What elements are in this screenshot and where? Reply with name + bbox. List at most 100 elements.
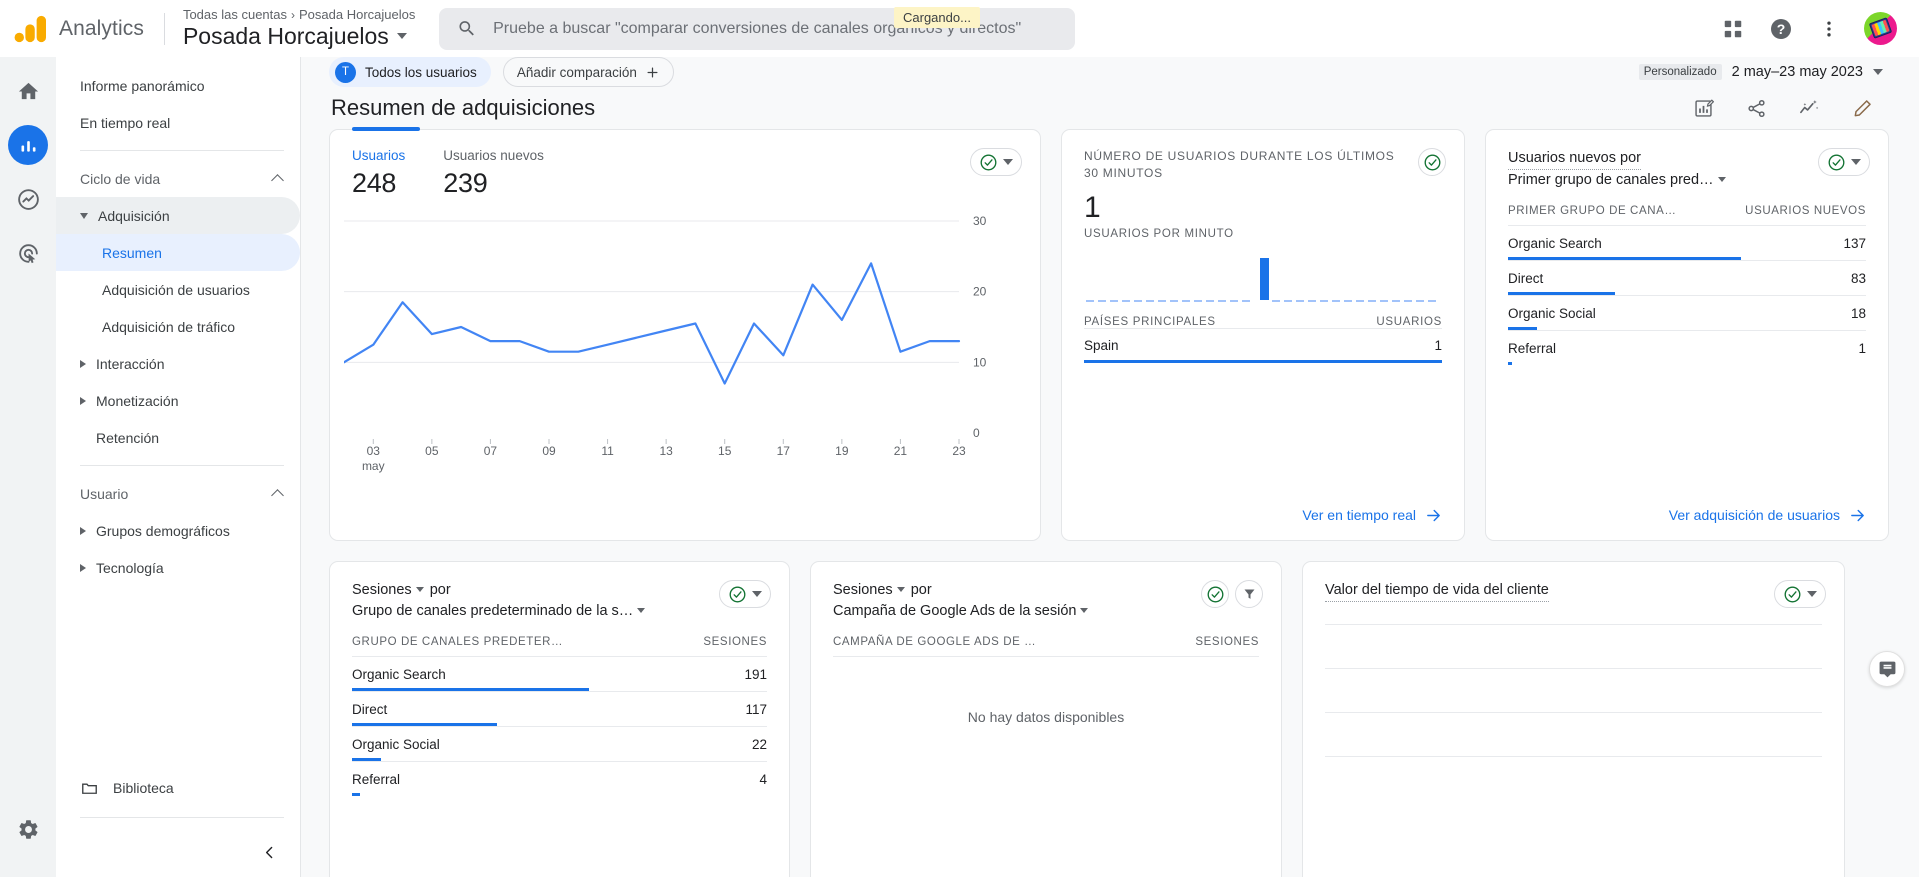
folder-icon (82, 782, 97, 794)
rail-item-settings[interactable] (8, 809, 48, 849)
help-icon[interactable]: ? (1768, 16, 1794, 42)
nav-item-resumen[interactable]: Resumen (56, 234, 300, 271)
card-title-metric[interactable]: Sesiones (833, 582, 893, 598)
nav-section-ciclo-de-vida[interactable]: Ciclo de vida (56, 160, 300, 197)
nav-item-label: Interacción (96, 355, 165, 372)
card-title-metric[interactable]: Usuarios nuevos por (1508, 148, 1641, 171)
list-item-value: 1 (1858, 341, 1866, 357)
list-item[interactable]: Organic Social 22 (352, 726, 767, 762)
card-title-dimension[interactable]: Grupo de canales predeterminado de la s… (352, 603, 633, 619)
add-comparison-button[interactable]: Añadir comparación (502, 57, 674, 87)
arrow-right-icon (1427, 509, 1440, 521)
nav-item-grupos-demograficos[interactable]: Grupos demográficos (56, 512, 300, 549)
pencil-icon[interactable] (1849, 95, 1875, 121)
svg-text:0: 0 (973, 426, 980, 440)
list-header: CAMPAÑA DE GOOGLE ADS DE … SESIONES (833, 636, 1259, 656)
list-item[interactable]: Direct 83 (1508, 260, 1866, 296)
filter-button[interactable] (1235, 580, 1263, 608)
triangle-right-icon (80, 396, 86, 405)
rail-item-explore[interactable] (8, 179, 48, 219)
feedback-button[interactable] (1869, 651, 1905, 687)
breadcrumb: Todas las cuentas › Posada Horcajuelos (183, 8, 415, 22)
nav-item-informe-panoramico[interactable]: Informe panorámico (56, 67, 300, 104)
view-user-acquisition-link[interactable]: Ver adquisición de usuarios (1669, 507, 1866, 524)
list-item-label: Organic Search (1508, 236, 1602, 252)
account-title[interactable]: Posada Horcajuelos (182, 22, 415, 49)
data-quality-button[interactable] (1418, 148, 1446, 176)
triangle-right-icon (80, 359, 86, 368)
cards-row-1: Usuarios 248 Usuarios nuevos 239 0 10 20… (329, 127, 1893, 541)
search-bar[interactable] (439, 7, 1076, 50)
avatar[interactable] (1864, 12, 1897, 45)
nav-item-biblioteca[interactable]: Biblioteca (56, 768, 300, 808)
list-item[interactable]: Organic Search 137 (1508, 225, 1866, 261)
nav-item-label: Grupos demográficos (96, 522, 230, 539)
nav-item-adquisicion[interactable]: Adquisición (56, 197, 300, 234)
insights-icon[interactable] (1796, 95, 1822, 121)
metric-usuarios-nuevos[interactable]: Usuarios nuevos 239 (443, 148, 544, 199)
nav-item-tecnologia[interactable]: Tecnología (56, 549, 300, 586)
more-vertical-icon[interactable] (1816, 16, 1842, 42)
edit-comparison-icon[interactable] (1690, 95, 1716, 121)
data-quality-pill[interactable] (1774, 580, 1826, 608)
metric-label: Usuarios nuevos (443, 148, 544, 163)
card-title-dimension[interactable]: Campaña de Google Ads de la sesión (833, 603, 1076, 619)
nav-item-label: Resumen (102, 244, 162, 261)
card-title-metric[interactable]: Sesiones (352, 582, 412, 598)
data-quality-pill[interactable] (1818, 148, 1870, 176)
data-quality-button[interactable] (1201, 580, 1229, 608)
content-area: T Todos los usuarios Añadir comparación … (301, 57, 1919, 877)
cards-grid: Usuarios 248 Usuarios nuevos 239 0 10 20… (301, 121, 1919, 877)
rail-item-advertising[interactable] (8, 233, 48, 273)
data-quality-pill[interactable] (719, 580, 771, 608)
view-realtime-link[interactable]: Ver en tiempo real (1302, 507, 1442, 524)
caret-down-icon[interactable] (1717, 176, 1726, 182)
rail-item-home[interactable] (8, 71, 48, 111)
card-title-by: por (910, 582, 932, 598)
nav-section-usuario[interactable]: Usuario (56, 475, 300, 512)
card-title-by: por (429, 582, 451, 598)
caret-down-icon[interactable] (1080, 607, 1089, 613)
account-title-label: Posada Horcajuelos (182, 22, 389, 49)
apps-grid-icon[interactable] (1720, 16, 1746, 42)
nav-collapse-button[interactable] (56, 827, 300, 877)
nav-item-en-tiempo-real[interactable]: En tiempo real (56, 104, 300, 141)
nav-item-label: En tiempo real (80, 114, 171, 131)
caret-down-icon[interactable] (415, 586, 424, 592)
nav-item-retencion[interactable]: Retención (56, 419, 300, 456)
account-switcher[interactable]: Todas las cuentas › Posada Horcajuelos Pos… (183, 8, 415, 49)
list-item[interactable]: Referral 4 (352, 761, 767, 797)
share-icon[interactable] (1743, 95, 1769, 121)
caret-down-icon[interactable] (896, 586, 905, 592)
comparison-chip-all-users[interactable]: T Todos los usuarios (329, 57, 491, 87)
list-col-dimension: GRUPO DE CANALES PREDETER… (352, 636, 564, 649)
caret-down-icon (1003, 159, 1013, 165)
metric-usuarios[interactable]: Usuarios 248 (352, 148, 405, 199)
list-item-label: Organic Social (1508, 306, 1596, 322)
card-accent-bar (352, 127, 420, 131)
page-header: Resumen de adquisiciones (301, 87, 1919, 121)
list-item[interactable]: Direct 117 (352, 691, 767, 727)
card-realtime: NÚMERO DE USUARIOS DURANTE LOS ÚLTIMOS 3… (1061, 129, 1465, 541)
list-divider (833, 656, 1259, 658)
rail-item-reports[interactable] (8, 125, 48, 165)
realtime-row-bar (1084, 359, 1442, 363)
check-circle-icon (1207, 586, 1223, 602)
card-title-label[interactable]: Valor del tiempo de vida del cliente (1325, 580, 1549, 603)
list-item[interactable]: Organic Social 18 (1508, 295, 1866, 331)
date-range-picker[interactable]: Personalizado 2 may–23 may 2023 (1638, 64, 1891, 80)
nav-item-interaccion[interactable]: Interacción (56, 345, 300, 382)
data-quality-pill[interactable] (970, 148, 1022, 176)
caret-down-icon[interactable] (637, 607, 646, 613)
list-item[interactable]: Referral 1 (1508, 330, 1866, 366)
nav-item-adquisicion-de-trafico[interactable]: Adquisición de tráfico (56, 308, 300, 345)
nav-item-monetizacion[interactable]: Monetización (56, 382, 300, 419)
list-item[interactable]: Organic Search 191 (352, 656, 767, 692)
list-item-value: 83 (1850, 271, 1866, 287)
svg-text:07: 07 (484, 444, 498, 458)
card-title-dimension[interactable]: Primer grupo de canales pred… (1508, 172, 1714, 188)
ltv-gridline (1325, 712, 1822, 714)
nav-item-adquisicion-de-usuarios[interactable]: Adquisición de usuarios (56, 271, 300, 308)
top-bar: Analytics Todas las cuentas › Posada Horca… (0, 0, 1919, 57)
